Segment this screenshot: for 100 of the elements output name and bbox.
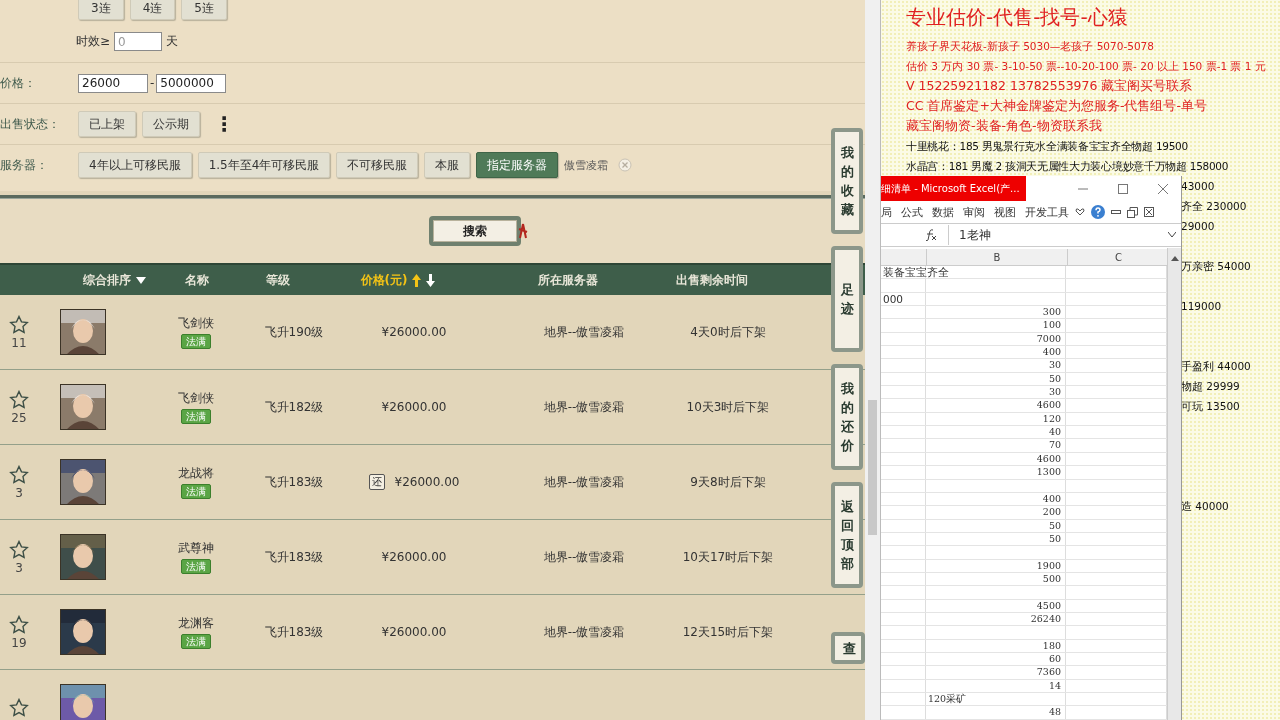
status-badge: 法满 (181, 409, 211, 424)
side-button[interactable]: 我的还价 (831, 364, 863, 470)
column-header[interactable]: 所在服务器 (538, 271, 598, 289)
column-header[interactable]: 价格(元) (360, 271, 408, 289)
filter-button[interactable]: 3连 (78, 0, 124, 20)
server-name: 傲雪凌霜 (564, 157, 609, 173)
ribbon-tab[interactable]: 审阅 (963, 204, 985, 220)
filter-button[interactable]: 已上架 (78, 111, 136, 137)
ribbon-tab[interactable]: 开发工具 (1025, 204, 1069, 220)
filter-button[interactable]: 公示期 (142, 111, 200, 137)
table-cell: 装备宝宝齐全 (883, 266, 949, 278)
server-text: 地界--傲雪凌霜 (543, 323, 625, 341)
table-cell: 200 (1042, 506, 1061, 518)
close-icon (1144, 207, 1154, 217)
price-min-field[interactable]: 26000 (78, 73, 148, 93)
scrollbar[interactable] (1167, 248, 1181, 720)
counter-offer-tag: 还 (368, 474, 385, 490)
table-cell: 1300 (1036, 466, 1061, 478)
unit-label: 天 (166, 33, 179, 50)
side-button[interactable]: 足迹 (831, 246, 863, 352)
server-text: 地界--傲雪凌霜 (543, 473, 625, 491)
favorite-count: 3 (15, 560, 23, 575)
document-line: 齐全 230000 (1181, 200, 1247, 212)
document-line: 十里桃花：185 男鬼景行克水全满装备宝宝齐全物超 19500 (906, 140, 1188, 152)
server-text: 地界--傲雪凌霜 (543, 398, 625, 416)
favorite-count: 25 (11, 410, 27, 425)
filter-button[interactable]: 本服 (424, 152, 471, 178)
price-max-field[interactable]: 5000000 (156, 73, 227, 93)
filter-button[interactable]: 4年以上可移民服 (78, 152, 192, 178)
price-text: ¥26000.00 (381, 625, 447, 639)
star-icon (9, 614, 29, 634)
close-icon (1157, 182, 1169, 195)
table-cell: 500 (1042, 572, 1061, 584)
time-left-text: 4天0时后下架 (690, 323, 766, 341)
ribbon-tab[interactable]: 数据 (932, 204, 954, 220)
clear-icon[interactable] (618, 158, 633, 172)
level-text: 飞升182级 (264, 398, 324, 416)
scrollbar[interactable] (865, 0, 880, 720)
level-text: 飞升183级 (264, 473, 324, 491)
status-badge: 法满 (181, 334, 211, 349)
document-line: 29000 (1181, 220, 1215, 232)
side-button[interactable]: 我的收藏 (831, 128, 863, 234)
server-label: 服务器： (0, 156, 49, 174)
column-header[interactable]: 等级 (266, 271, 290, 289)
character-name[interactable]: 飞剑侠 (178, 390, 214, 407)
level-text: 飞升190级 (264, 323, 324, 341)
document-line: 造 40000 (1181, 500, 1229, 512)
table-cell: 400 (1042, 492, 1061, 504)
time-left-text: 10天3时后下架 (686, 398, 770, 416)
maximize-icon (1117, 182, 1129, 195)
star-icon (9, 697, 29, 717)
price-text: ¥26000.00 (381, 400, 447, 414)
filter-button[interactable]: 5连 (181, 0, 227, 20)
table-cell: 50 (1048, 372, 1061, 384)
arrow-down-icon (426, 273, 436, 287)
ribbon-tab[interactable]: 视图 (994, 204, 1016, 220)
character-name[interactable]: 武尊神 (178, 540, 214, 557)
filter-button[interactable]: 4连 (129, 0, 176, 20)
ribbon-icon (518, 223, 528, 239)
filter-button[interactable]: 1.5年至4年可移民服 (197, 152, 331, 178)
status-label: 出售状态： (0, 115, 61, 133)
character-name[interactable]: 飞剑侠 (178, 315, 214, 332)
ribbon-tab[interactable]: 公式 (901, 204, 923, 220)
column-header[interactable]: 出售剩余时间 (676, 271, 748, 289)
character-name[interactable]: 龙战将 (178, 465, 214, 482)
character-name[interactable]: 龙渊客 (178, 615, 214, 632)
ribbon-tab[interactable]: 局 (881, 204, 892, 220)
price-label: 价格： (0, 74, 37, 92)
server-text: 地界--傲雪凌霜 (543, 623, 625, 641)
side-button[interactable]: 返回顶部 (831, 482, 863, 588)
more-button[interactable]: ⋮ (206, 112, 242, 136)
restore-icon (1127, 206, 1138, 218)
filter-button[interactable]: 指定服务器 (476, 152, 559, 178)
side-button[interactable]: 查 (831, 632, 865, 664)
table-cell: 26240 (1030, 612, 1061, 624)
table-cell: 7360 (1036, 666, 1061, 678)
table-cell: 30 (1048, 359, 1061, 371)
table-cell: 60 (1048, 652, 1061, 664)
column-header[interactable]: 名称 (185, 271, 209, 289)
favorite-count: 3 (15, 485, 23, 500)
column-header[interactable]: 综合排序 (83, 271, 131, 289)
filter-button[interactable]: 不可移民服 (336, 152, 419, 178)
table-cell: 7000 (1036, 332, 1061, 344)
time-left-text: 12天15时后下架 (682, 623, 774, 641)
table-cell: 50 (1048, 519, 1061, 531)
formula-field[interactable]: 1老神 (948, 225, 1181, 245)
dropdown-icon (136, 276, 146, 284)
range-separator: - (150, 76, 155, 90)
table-cell: 400 (1042, 346, 1061, 358)
search-button[interactable]: 搜索 (429, 216, 521, 246)
star-icon (9, 389, 29, 409)
table-cell: 14 (1048, 679, 1061, 691)
column-header[interactable]: B (927, 249, 1068, 265)
table-cell: 1900 (1036, 559, 1061, 571)
price-text: ¥26000.00 (381, 550, 447, 564)
document-line: V 15225921182 13782553976 藏宝阁买号联系 (906, 78, 1193, 93)
table-cell: 4600 (1036, 399, 1061, 411)
status-badge: 法满 (181, 559, 211, 574)
window-title: 细清单 - Microsoft Excel(产... (881, 176, 1026, 201)
favorite-count: 19 (11, 635, 27, 650)
